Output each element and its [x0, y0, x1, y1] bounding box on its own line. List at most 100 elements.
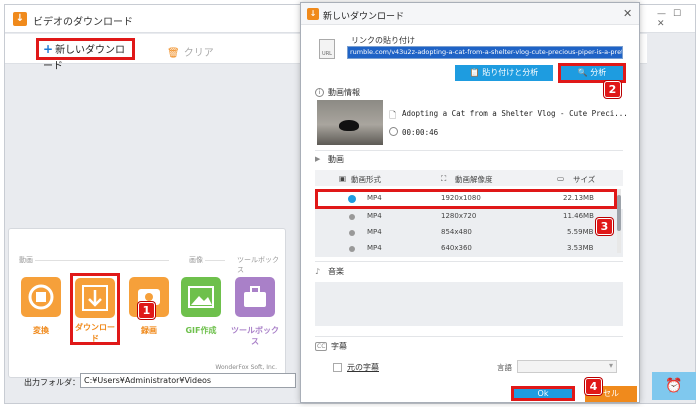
dialog-title: 新しいダウンロード [323, 12, 405, 22]
cell-resolution: 1280x720 [441, 212, 477, 220]
table-row[interactable]: MP4 640x360 3.53MB [315, 241, 623, 257]
app-logo-icon: ↓ [307, 8, 319, 20]
step-badge-3: 3 [596, 218, 613, 235]
video-icon: ▶ [315, 155, 321, 163]
brand-text: WonderFox Soft, Inc. [215, 364, 277, 371]
format-header-icon: ▣ [339, 174, 347, 183]
original-subtitle-checkbox[interactable] [333, 363, 342, 372]
step-badge-4: 4 [585, 378, 602, 395]
maximize-icon[interactable]: ☐ [673, 9, 685, 19]
video-title: Adopting a Cat from a Shelter Vlog - Cut… [402, 109, 628, 118]
subtitle-section-heading: 字幕 [331, 342, 347, 351]
language-label: 言語 [497, 363, 512, 372]
size-header-icon: ▭ [557, 174, 565, 183]
column-format: 動画形式 [351, 175, 381, 184]
subtitle-icon: CC [315, 342, 328, 351]
url-label: リンクの貼り付け [351, 36, 415, 45]
clear-button[interactable]: 🗑 クリア [167, 44, 214, 59]
tool-label: 変換 [33, 326, 49, 335]
scrollbar-thumb[interactable] [617, 195, 621, 231]
paste-and-analyze-button[interactable]: 📋 貼り付けと分析 [455, 65, 553, 81]
search-icon: 🔍 [577, 68, 591, 77]
image-icon [181, 277, 221, 317]
video-duration: 00:00:46 [402, 128, 439, 137]
tool-label: GIF作成 [185, 326, 217, 335]
trash-icon: 🗑 [167, 48, 180, 59]
minimize-icon[interactable]: — [657, 9, 669, 19]
column-size: サイズ [573, 175, 596, 184]
new-download-dialog: ↓ 新しいダウンロード ✕ URL リンクの貼り付け rumble.com/v4… [300, 2, 640, 403]
cell-format: MP4 [367, 212, 382, 220]
paste-and-analyze-label: 貼り付けと分析 [482, 68, 539, 77]
close-icon[interactable]: ✕ [623, 7, 632, 20]
tool-label: 録画 [141, 326, 157, 335]
tool-convert[interactable]: 変換 [17, 271, 65, 353]
main-right-strip [647, 34, 695, 403]
original-subtitle-label[interactable]: 元の字幕 [347, 362, 379, 373]
section-label-video: 動画 [19, 256, 33, 264]
tool-toolbox[interactable]: ツールボックス [231, 271, 279, 353]
close-icon[interactable]: ✕ [657, 19, 669, 29]
info-icon: i [315, 88, 324, 97]
app-logo-icon: ↓ [13, 12, 27, 26]
video-info-heading: 動画情報 [328, 88, 360, 97]
tool-label: ツールボックス [231, 326, 279, 346]
url-value: rumble.com/v43u2z-adopting-a-cat-from-a-… [348, 47, 623, 58]
divider [315, 336, 623, 337]
window-controls: — ☐ ✕ [653, 9, 695, 29]
cell-resolution: 640x360 [441, 244, 472, 252]
film-icon [21, 277, 61, 317]
language-select[interactable] [517, 360, 617, 373]
tool-download[interactable]: ダウンロード [70, 273, 120, 345]
radio-icon[interactable] [349, 246, 355, 252]
divider [205, 260, 225, 261]
cell-format: MP4 [367, 228, 382, 236]
step-badge-2: 2 [604, 81, 621, 98]
tool-label: ダウンロード [75, 323, 115, 343]
music-icon: ♪ [315, 267, 321, 276]
toolbox-icon [235, 277, 275, 317]
step-badge-1: 1 [138, 302, 155, 319]
video-thumbnail [317, 100, 383, 145]
document-icon: 🗋 [389, 111, 397, 121]
format-table-header: ▣ 動画形式 ⛶ 動画解像度 ▭ サイズ [315, 170, 623, 186]
new-download-label: 新しいダウンロード [43, 45, 126, 72]
divider [315, 150, 623, 151]
cell-resolution: 854x480 [441, 228, 472, 236]
cell-size: 3.53MB [567, 244, 594, 252]
cell-size: 5.59MB [567, 228, 594, 236]
column-resolution: 動画解像度 [455, 175, 493, 184]
radio-icon[interactable] [349, 214, 355, 220]
cat-shape [339, 120, 359, 131]
output-folder-label: 出力フォルダ： [24, 378, 80, 387]
cell-size: 11.46MB [563, 212, 594, 220]
output-folder-field[interactable]: C:¥Users¥Administrator¥Videos [80, 373, 296, 388]
url-file-icon: URL [319, 39, 335, 59]
selected-row-highlight [315, 189, 617, 209]
divider [315, 261, 623, 262]
table-row[interactable]: MP4 1280x720 11.46MB [315, 209, 623, 225]
tool-gif[interactable]: GIF作成 [177, 271, 225, 353]
ok-button[interactable]: Ok [511, 386, 575, 401]
video-section-heading: 動画 [328, 155, 344, 164]
app-title: ビデオのダウンロード [33, 17, 133, 28]
alarm-icon[interactable]: ⏰ [652, 372, 696, 400]
audio-list [315, 282, 623, 326]
resolution-header-icon: ⛶ [441, 174, 447, 183]
cell-format: MP4 [367, 244, 382, 252]
section-label-image: 画像 [189, 256, 203, 264]
new-download-button[interactable]: + 新しいダウンロード [36, 38, 135, 72]
download-icon [75, 278, 115, 318]
url-input[interactable]: rumble.com/v43u2z-adopting-a-cat-from-a-… [347, 46, 623, 59]
clock-icon [389, 127, 398, 136]
table-row[interactable]: MP4 854x480 5.59MB [315, 225, 623, 241]
clear-label: クリア [183, 48, 214, 59]
analyze-label: 分析 [590, 68, 607, 77]
radio-icon[interactable] [349, 230, 355, 236]
analyze-button[interactable]: 🔍 分析 [558, 63, 626, 83]
divider [35, 260, 169, 261]
dialog-title-bar: ↓ 新しいダウンロード ✕ [301, 3, 639, 25]
audio-section-heading: 音楽 [328, 267, 344, 276]
clipboard-icon: 📋 [469, 68, 483, 77]
plus-icon: + [43, 42, 54, 56]
